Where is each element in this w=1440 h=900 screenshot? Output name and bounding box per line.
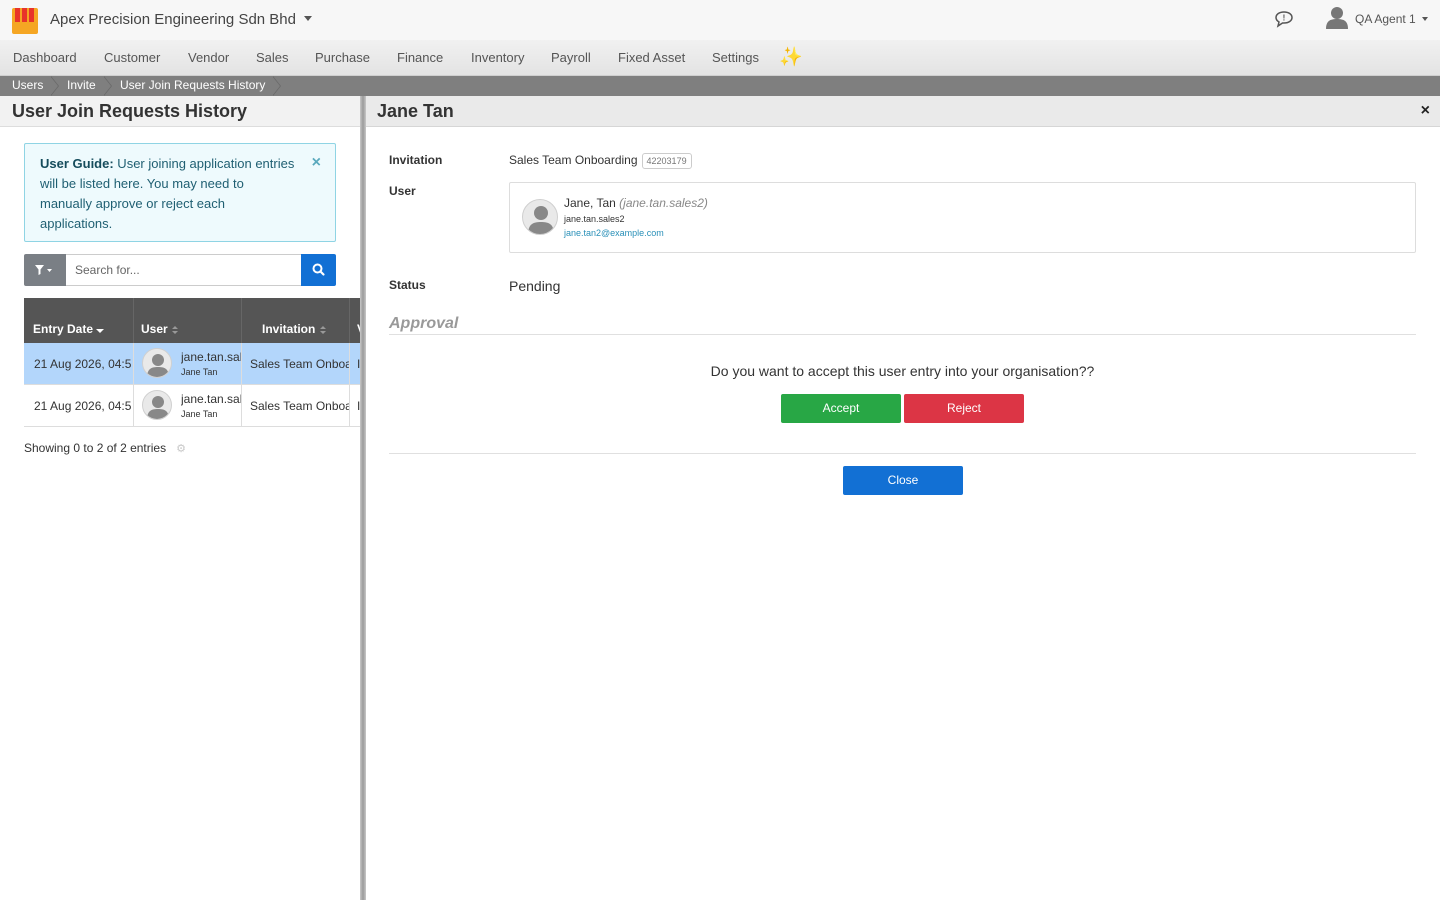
cell-divider	[133, 343, 134, 385]
sort-icon	[319, 325, 326, 334]
divider	[389, 334, 1416, 335]
breadcrumb: Users Invite User Join Requests History	[0, 76, 1440, 96]
close-icon[interactable]: ×	[312, 153, 321, 173]
column-user[interactable]: User	[141, 322, 179, 336]
nav-settings[interactable]: Settings	[712, 50, 759, 65]
table-header: Entry Date User Invitation V	[24, 298, 360, 343]
join-requests-table: Entry Date User Invitation V 21 Aug 2026…	[24, 298, 360, 427]
accept-button[interactable]: Accept	[781, 394, 901, 423]
user-email-link[interactable]: jane.tan2@example.com	[564, 228, 664, 238]
approval-question: Do you want to accept this user entry in…	[710, 363, 1095, 379]
breadcrumb-separator	[103, 76, 112, 96]
user-guide-alert: User Guide: User joining application ent…	[24, 143, 336, 242]
chevron-down-icon	[304, 15, 312, 21]
cell-entry-date: 21 Aug 2026, 04:5	[34, 357, 132, 371]
approval-heading: Approval	[389, 315, 459, 332]
user-menu[interactable]: QA Agent 1	[1355, 12, 1428, 26]
breadcrumb-invite[interactable]: Invite	[67, 78, 96, 92]
avatar	[522, 199, 558, 235]
nav-fixed-asset[interactable]: Fixed Asset	[618, 50, 685, 65]
cell-invitation: Sales Team Onboa	[250, 399, 349, 413]
cell-user-login: jane.tan.sal	[181, 392, 241, 406]
user-alias: (jane.tan.sales2)	[619, 196, 708, 210]
table-info: Showing 0 to 2 of 2 entries ⚙	[24, 441, 186, 455]
top-bar: Apex Precision Engineering Sdn Bhd ! QA …	[0, 0, 1440, 40]
detail-panel: Jane Tan × Invitation Sales Team Onboard…	[366, 96, 1440, 900]
table-row[interactable]: 21 Aug 2026, 04:5 jane.tan.sal Jane Tan …	[24, 385, 360, 427]
cell-divider	[349, 385, 350, 427]
nav-purchase[interactable]: Purchase	[315, 50, 370, 65]
detail-title: Jane Tan	[377, 101, 454, 121]
breadcrumb-separator	[272, 76, 281, 96]
user-label: User	[389, 184, 416, 198]
sparkle-icon[interactable]: ✨	[779, 45, 803, 69]
chat-icon[interactable]: !	[1274, 10, 1294, 28]
breadcrumb-users[interactable]: Users	[12, 78, 43, 92]
status-value: Pending	[509, 278, 561, 294]
filter-icon	[35, 265, 52, 275]
column-entry-date[interactable]: Entry Date	[33, 322, 105, 336]
breadcrumb-separator	[50, 76, 59, 96]
cell-user-login: jane.tan.sal	[181, 350, 241, 364]
svg-text:!: !	[1283, 14, 1286, 23]
close-button[interactable]: Close	[843, 466, 963, 495]
column-divider	[349, 298, 350, 343]
invitation-code-badge: 42203179	[641, 153, 692, 169]
sort-desc-icon	[96, 328, 105, 333]
avatar	[142, 390, 172, 420]
column-divider	[133, 298, 134, 343]
chevron-down-icon	[1421, 16, 1428, 21]
column-divider	[241, 298, 242, 343]
invitation-name: Sales Team Onboarding	[509, 153, 638, 168]
cell-divider	[241, 385, 242, 427]
cell-invitation: Sales Team Onboa	[250, 357, 349, 371]
nav-customer[interactable]: Customer	[104, 50, 160, 65]
breadcrumb-current: User Join Requests History	[120, 78, 266, 92]
search-button[interactable]	[301, 254, 336, 286]
user-login: jane.tan.sales2	[564, 214, 625, 224]
filter-button[interactable]	[24, 254, 66, 286]
cell-divider	[241, 343, 242, 385]
page-title: User Join Requests History	[12, 101, 248, 121]
main-nav: Dashboard Customer Vendor Sales Purchase…	[0, 40, 1440, 76]
cell-entry-date: 21 Aug 2026, 04:5	[34, 399, 132, 413]
search-input[interactable]	[66, 254, 301, 286]
nav-payroll[interactable]: Payroll	[551, 50, 591, 65]
cell-divider	[349, 343, 350, 385]
list-header: User Join Requests History	[0, 96, 360, 127]
table-row[interactable]: 21 Aug 2026, 04:5 jane.tan.sal Jane Tan …	[24, 343, 360, 385]
gear-icon[interactable]: ⚙	[176, 442, 186, 455]
user-avatar-icon[interactable]	[1326, 6, 1348, 30]
company-name: Apex Precision Engineering Sdn Bhd	[50, 11, 296, 28]
nav-vendor[interactable]: Vendor	[188, 50, 229, 65]
status-label: Status	[389, 278, 426, 292]
sort-icon	[172, 325, 179, 334]
nav-finance[interactable]: Finance	[397, 50, 443, 65]
invitation-label: Invitation	[389, 153, 443, 167]
user-display-name: Jane, Tan (jane.tan.sales2)	[564, 196, 708, 210]
column-invitation[interactable]: Invitation	[262, 322, 327, 336]
company-switcher[interactable]: Apex Precision Engineering Sdn Bhd	[50, 11, 312, 28]
app-logo[interactable]	[12, 8, 38, 34]
nav-dashboard[interactable]: Dashboard	[13, 50, 77, 65]
cell-user-name: Jane Tan	[181, 409, 218, 419]
close-icon[interactable]: ×	[1421, 102, 1430, 120]
list-panel: User Join Requests History User Guide: U…	[0, 96, 360, 900]
avatar	[142, 348, 172, 378]
cell-user-name: Jane Tan	[181, 367, 218, 377]
cell-divider	[133, 385, 134, 427]
user-card: Jane, Tan (jane.tan.sales2) jane.tan.sal…	[509, 182, 1416, 253]
nav-inventory[interactable]: Inventory	[471, 50, 524, 65]
nav-sales[interactable]: Sales	[256, 50, 289, 65]
divider	[389, 453, 1416, 454]
user-name-label: QA Agent 1	[1355, 12, 1416, 26]
detail-header: Jane Tan ×	[366, 96, 1440, 127]
search-icon	[312, 263, 325, 276]
entries-count: Showing 0 to 2 of 2 entries	[24, 441, 167, 455]
invitation-value: Sales Team Onboarding 42203179	[509, 153, 692, 169]
reject-button[interactable]: Reject	[904, 394, 1024, 423]
user-guide-label: User Guide:	[40, 156, 114, 171]
